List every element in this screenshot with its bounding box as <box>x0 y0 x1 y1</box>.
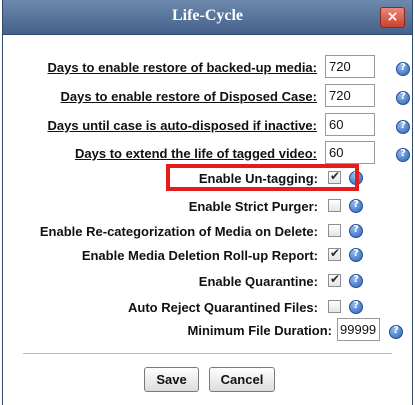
help-icon[interactable]: ? <box>389 325 403 339</box>
life-cycle-dialog: Life-Cycle × Days to enable restore of b… <box>2 0 413 405</box>
setting-label: Enable Strict Purger: <box>188 199 318 214</box>
setting-label: Days until case is auto-disposed if inac… <box>47 118 317 133</box>
setting-label: Auto Reject Quarantined Files: <box>128 300 318 315</box>
title-bar[interactable]: Life-Cycle × <box>3 0 412 35</box>
setting-row-auto-dispose: Days until case is auto-disposed if inac… <box>3 113 412 139</box>
divider <box>23 353 392 354</box>
setting-row-restore-backed-up: Days to enable restore of backed-up medi… <box>3 55 412 81</box>
restore-disposed-days-input[interactable]: 720 <box>325 84 375 107</box>
setting-label: Days to enable restore of Disposed Case: <box>60 89 317 104</box>
save-button[interactable]: Save <box>144 367 199 392</box>
setting-row-re-categorization: Enable Re-categorization of Media on Del… <box>3 219 412 245</box>
setting-label: Enable Media Deletion Roll-up Report: <box>81 248 318 263</box>
setting-label: Days to extend the life of tagged video: <box>75 146 317 161</box>
setting-row-roll-up-report: Enable Media Deletion Roll-up Report: ✔ … <box>3 243 412 269</box>
help-icon[interactable]: ? <box>349 300 363 314</box>
dialog-title: Life-Cycle <box>171 7 244 24</box>
setting-label: Minimum File Duration: <box>187 323 332 338</box>
setting-label: Enable Quarantine: <box>198 274 318 289</box>
restore-backed-up-days-input[interactable]: 720 <box>325 55 375 78</box>
help-icon[interactable]: ? <box>396 120 410 134</box>
setting-row-min-file-duration: Minimum File Duration: 99999 ? <box>3 318 412 344</box>
min-file-duration-input[interactable]: 99999 <box>337 318 380 341</box>
setting-row-quarantine: Enable Quarantine: ✔ ? <box>3 269 412 295</box>
auto-reject-checkbox[interactable] <box>328 300 341 313</box>
cancel-button[interactable]: Cancel <box>209 367 275 392</box>
setting-row-restore-disposed: Days to enable restore of Disposed Case:… <box>3 84 412 110</box>
highlight-box <box>166 164 359 191</box>
auto-dispose-days-input[interactable]: 60 <box>325 113 375 136</box>
extend-tagged-days-input[interactable]: 60 <box>325 141 375 164</box>
quarantine-checkbox[interactable]: ✔ <box>328 272 341 287</box>
help-icon[interactable]: ? <box>349 224 363 238</box>
close-icon: × <box>386 9 399 25</box>
help-icon[interactable]: ? <box>349 199 363 213</box>
setting-row-strict-purger: Enable Strict Purger: ? <box>3 194 412 220</box>
setting-label: Enable Re-categorization of Media on Del… <box>39 224 318 239</box>
roll-up-report-checkbox[interactable]: ✔ <box>328 246 341 261</box>
help-icon[interactable]: ? <box>349 274 363 288</box>
help-icon[interactable]: ? <box>396 148 410 162</box>
help-icon[interactable]: ? <box>349 248 363 262</box>
re-categorization-checkbox[interactable] <box>328 224 341 237</box>
strict-purger-checkbox[interactable] <box>328 199 341 212</box>
help-icon[interactable]: ? <box>396 62 410 76</box>
close-button[interactable]: × <box>380 7 405 28</box>
setting-label: Days to enable restore of backed-up medi… <box>47 60 317 75</box>
help-icon[interactable]: ? <box>396 91 410 105</box>
